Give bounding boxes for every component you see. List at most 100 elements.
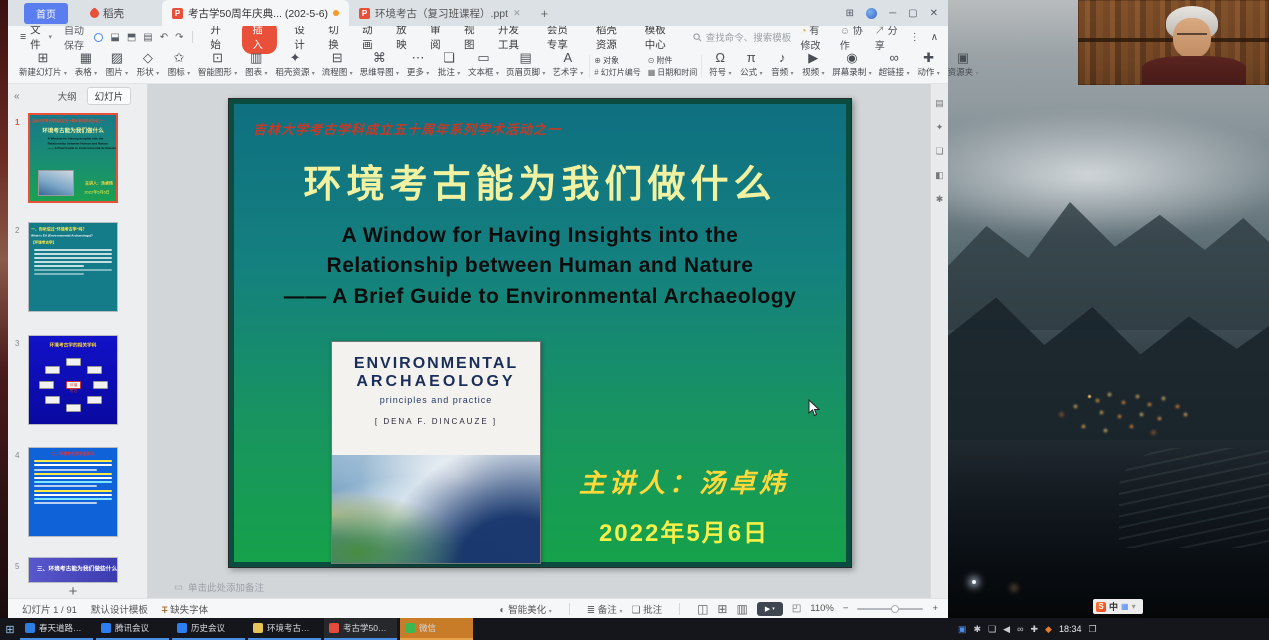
taskbar-item[interactable]: 考古学50周年庆典“多... bbox=[324, 618, 397, 640]
notes-button[interactable]: ≣ 备注 ▾ bbox=[587, 602, 623, 616]
tab-outline[interactable]: 大纲 bbox=[58, 89, 77, 103]
action-center-icon[interactable]: ❐ bbox=[1088, 624, 1096, 635]
ribbon-button[interactable]: ▣ 资源夹 ▾ bbox=[947, 50, 980, 78]
slide-thumbnail-4[interactable]: 二、环境考古学发展简况 bbox=[28, 447, 118, 537]
taskbar-item[interactable]: 微信 bbox=[400, 618, 473, 640]
ribbon-button[interactable]: ♪ 音频 ▾ bbox=[769, 50, 795, 78]
layout-icon[interactable]: ◧ bbox=[935, 170, 944, 181]
slideshow-play-button[interactable]: ▶▾ bbox=[757, 602, 783, 616]
slide-thumbnail-1[interactable]: 吉林大学考古学科成立五十周年系列学术活动之一 环境考古能为我们做什么 A Win… bbox=[28, 113, 118, 203]
start-button[interactable]: ⊞ bbox=[0, 623, 20, 636]
ribbon-button[interactable]: ❏ 批注 ▾ bbox=[436, 50, 462, 78]
normal-view-icon[interactable]: ◫ bbox=[697, 602, 708, 616]
zoom-in-button[interactable]: + bbox=[932, 603, 938, 614]
export-icon[interactable]: ⬒ bbox=[127, 32, 136, 43]
fit-window-icon[interactable]: ◰ bbox=[792, 603, 801, 614]
ribbon-button[interactable]: ⊟ 流程图 ▾ bbox=[321, 50, 354, 78]
file-menu[interactable]: ≡ 文件 ▾ bbox=[20, 22, 52, 52]
slide-thumbnail-2[interactable]: 一、你听说过“环境考古学”吗？ What is EA (Environmenta… bbox=[28, 222, 118, 312]
taskbar-item[interactable]: 腾讯会议 bbox=[96, 618, 169, 640]
zoom-slider-knob[interactable] bbox=[891, 605, 899, 613]
ribbon-button[interactable]: ▤ 页眉页脚 ▾ bbox=[505, 50, 546, 78]
notes-hint-bar[interactable]: ▭ 单击此处添加备注 bbox=[148, 576, 930, 598]
tray-ime-icon[interactable]: ◆ bbox=[1045, 624, 1052, 635]
tab-slides[interactable]: 幻灯片 bbox=[87, 87, 132, 105]
ime-settings-icon[interactable]: ▾ bbox=[1132, 602, 1136, 611]
command-search[interactable]: 查找命令、搜索模板 bbox=[693, 30, 801, 44]
document-tab[interactable]: P 考古学50周年庆典... (202-5-6) ✕ bbox=[162, 0, 349, 26]
zoom-level[interactable]: 110% bbox=[810, 603, 834, 614]
zoom-out-button[interactable]: − bbox=[843, 603, 849, 614]
taskbar-item[interactable]: 环境考古课件 bbox=[248, 618, 321, 640]
ribbon-button[interactable]: ▨ 图片 ▾ bbox=[104, 50, 130, 78]
tray-chat-icon[interactable]: ❏ bbox=[988, 624, 996, 635]
ribbon-small-button[interactable]: ⊕ 对象 bbox=[594, 55, 640, 66]
slide-thumbnail-3[interactable]: 环境考古学的相关学科 环境考古 bbox=[28, 335, 118, 425]
comments-button[interactable]: ❏ 批注 bbox=[631, 602, 662, 616]
collapse-panel-icon[interactable]: « bbox=[14, 91, 20, 102]
document-tab[interactable]: P 环境考古（复习班课程）.ppt ✕ bbox=[349, 0, 531, 26]
redo-icon[interactable]: ↷ bbox=[175, 32, 183, 43]
ribbon-button[interactable]: ✚ 动作 ▾ bbox=[916, 50, 942, 78]
taskbar-item[interactable]: 春天道路图片_360搜... bbox=[20, 618, 93, 640]
ribbon-small-button[interactable]: # 幻灯片编号 bbox=[594, 67, 640, 78]
ribbon-button[interactable]: ▭ 文本框 ▾ bbox=[467, 50, 500, 78]
sogou-logo-icon[interactable]: S bbox=[1096, 602, 1106, 612]
ribbon-button[interactable]: ✦ 稻壳资源 ▾ bbox=[274, 50, 315, 78]
close-tab-icon[interactable]: ✕ bbox=[513, 8, 521, 19]
clock[interactable]: 18:34 bbox=[1059, 624, 1082, 634]
tray-mic-icon[interactable]: ✱ bbox=[974, 624, 982, 635]
ime-toolbar[interactable]: S 中 ▦ ▾ bbox=[1093, 599, 1143, 614]
ime-keyboard-icon[interactable]: ▦ bbox=[1121, 602, 1129, 611]
undo-icon[interactable]: ↶ bbox=[160, 32, 168, 43]
zoom-slider[interactable] bbox=[857, 608, 923, 610]
ribbon-button[interactable]: ⊞ 新建幻灯片 ▾ bbox=[18, 50, 68, 78]
ime-mode-label[interactable]: 中 bbox=[1109, 600, 1118, 613]
ribbon-small-button[interactable]: ⊙ 附件 bbox=[648, 55, 698, 66]
add-slide-button[interactable]: + bbox=[28, 583, 118, 600]
layout-skin-icon[interactable]: ⊞ bbox=[846, 8, 854, 19]
maximize-button[interactable]: ▢ bbox=[908, 8, 917, 19]
close-button[interactable]: ✕ bbox=[930, 8, 938, 19]
autosave-toggle[interactable] bbox=[94, 33, 104, 42]
ribbon-button[interactable]: ◉ 屏幕录制 ▾ bbox=[831, 50, 872, 78]
new-tab-button[interactable]: + bbox=[541, 6, 549, 21]
share-button[interactable]: ↗ 分享 bbox=[875, 22, 899, 52]
taskbar-item[interactable]: 历史会议 bbox=[172, 618, 245, 640]
missing-font-button[interactable]: T 缺失字体 bbox=[162, 602, 208, 616]
slide-sorter-icon[interactable]: ⊞ bbox=[717, 602, 727, 616]
tray-app-icon[interactable]: ▣ bbox=[958, 624, 967, 635]
ribbon-button[interactable]: ▶ 视频 ▾ bbox=[800, 50, 826, 78]
current-slide[interactable]: 吉林大学考古学科成立五十周年系列学术活动之一 环境考古能为我们做什么 A Win… bbox=[228, 98, 852, 568]
save-icon[interactable]: ⬓ bbox=[110, 32, 119, 43]
ribbon-button[interactable]: A 艺术字 ▾ bbox=[551, 50, 584, 78]
ribbon-button[interactable]: ◇ 形状 ▾ bbox=[135, 50, 161, 78]
ribbon-button[interactable]: ∞ 超链接 ▾ bbox=[878, 50, 911, 78]
tray-pin-icon[interactable]: ✚ bbox=[1030, 624, 1038, 635]
effects-icon[interactable]: ✱ bbox=[936, 194, 944, 205]
collapse-ribbon-icon[interactable]: ∧ bbox=[931, 32, 938, 43]
ribbon-button[interactable]: ⋯ 更多 ▾ bbox=[405, 50, 431, 78]
ribbon-button[interactable]: π 公式 ▾ bbox=[738, 50, 764, 78]
ribbon-button[interactable]: ▥ 图表 ▾ bbox=[243, 50, 269, 78]
user-avatar[interactable] bbox=[866, 8, 877, 19]
ribbon-button[interactable]: Ω 符号 ▾ bbox=[707, 50, 733, 78]
tray-speaker-icon[interactable]: ◀ bbox=[1003, 624, 1010, 635]
ribbon-button[interactable]: ✩ 图标 ▾ bbox=[166, 50, 192, 78]
ribbon-small-button[interactable]: ▦ 日期和时间 bbox=[648, 67, 698, 78]
ribbon-button[interactable]: ⊡ 智能图形 ▾ bbox=[197, 50, 238, 78]
beautify-icon[interactable]: ✦ bbox=[936, 122, 944, 133]
reading-view-icon[interactable]: ▥ bbox=[736, 602, 747, 616]
minimize-button[interactable]: ─ bbox=[889, 8, 896, 19]
pane-toggle-icon[interactable]: ▤ bbox=[935, 98, 944, 109]
design-template-label[interactable]: 默认设计模板 bbox=[91, 602, 148, 616]
daoke-tab[interactable]: 稻壳 bbox=[90, 6, 124, 21]
properties-icon[interactable]: ❏ bbox=[935, 146, 943, 157]
beautify-button[interactable]: ◐ 智能美化 ▾ bbox=[499, 602, 551, 616]
tray-link-icon[interactable]: ∞ bbox=[1017, 624, 1023, 634]
slide-thumbnail-5[interactable]: 三、环境考古能为我们做些什么？ bbox=[28, 557, 118, 583]
home-button[interactable]: 首页 bbox=[24, 3, 68, 24]
ribbon-button[interactable]: ⌘ 思维导图 ▾ bbox=[359, 50, 400, 78]
collaborate-button[interactable]: ☺ 协作 bbox=[840, 22, 864, 52]
more-menu-icon[interactable]: ⋮ bbox=[910, 32, 920, 43]
